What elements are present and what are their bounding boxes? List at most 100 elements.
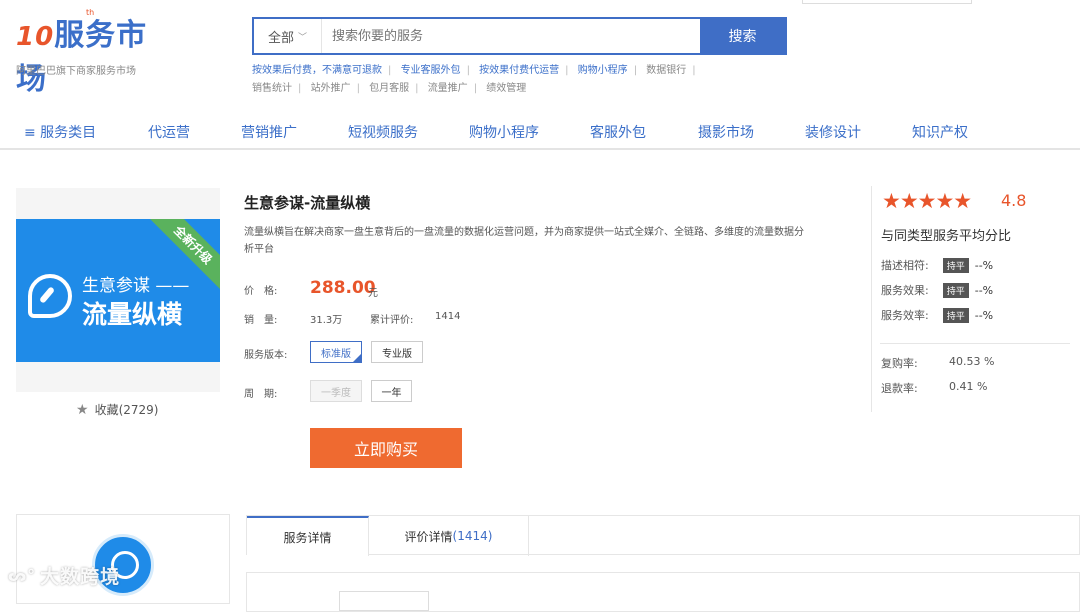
separator: |: [298, 83, 302, 94]
stat-value: 0.41 %: [949, 380, 988, 393]
tab-review-details[interactable]: 评价详情 (1414): [369, 516, 529, 556]
site-logo[interactable]: 10服务市场 th 阿里巴巴旗下商家服务市场: [16, 8, 166, 97]
nav-item-photography[interactable]: 摄影市场: [698, 122, 754, 142]
search-button[interactable]: 搜索: [700, 19, 785, 53]
tab-service-details[interactable]: 服务详情: [247, 516, 369, 556]
nav-item-operations[interactable]: 代运营: [148, 122, 190, 142]
hot-link[interactable]: 购物小程序: [578, 65, 628, 76]
rating-score: 4.8: [1001, 191, 1027, 210]
nav-item-ip[interactable]: 知识产权: [912, 122, 968, 142]
compare-value: --%: [974, 258, 994, 272]
compass-icon: [28, 274, 72, 318]
search-category-label: 全部: [267, 30, 294, 46]
hot-link[interactable]: 按效果付费代运营: [479, 65, 559, 76]
hot-link[interactable]: 站外推广: [311, 83, 351, 94]
stat-label: 退款率:: [881, 382, 918, 395]
product-image-line1: 生意参谋 ——: [82, 276, 190, 296]
separator: |: [692, 65, 696, 76]
product-image-line2: 流量纵横: [82, 300, 183, 329]
compare-row: 服务效率: 持平 --%: [881, 307, 993, 323]
watermark-text: 大数跨境: [40, 566, 121, 588]
compare-label: 服务效果:: [881, 284, 929, 297]
nav-item-categories[interactable]: ≡ 服务类目: [24, 122, 96, 142]
version-label: 服务版本:: [244, 350, 288, 361]
tab-review-count: (1414): [452, 529, 493, 543]
compare-label: 服务效率:: [881, 309, 929, 322]
favorite-button[interactable]: ★ 收藏(2729): [76, 401, 158, 418]
refund-rate: 退款率: 0.41 %: [881, 380, 987, 396]
logo-mark: 10服务市场: [16, 10, 166, 98]
hot-link[interactable]: 专业客服外包: [401, 65, 461, 76]
version-option-pro[interactable]: 专业版: [371, 341, 423, 363]
search-input[interactable]: [322, 19, 700, 53]
separator: |: [356, 83, 360, 94]
compare-row: 服务效果: 持平 --%: [881, 282, 993, 298]
search-bar: 全部 ﹀ 搜索: [252, 17, 787, 55]
reviews-value: 1414: [435, 311, 461, 322]
period-option-year[interactable]: 一年: [371, 380, 412, 402]
version-option-standard[interactable]: 标准版: [310, 341, 362, 363]
product-title: 生意参谋-流量纵横: [244, 194, 371, 212]
price-unit: 元: [368, 288, 378, 299]
favorite-count: 收藏(2729): [94, 403, 159, 417]
hot-link[interactable]: 数据银行: [646, 65, 686, 76]
logo-subtitle: 阿里巴巴旗下商家服务市场: [16, 66, 136, 77]
hot-link[interactable]: 按效果后付费，不满意可退款: [252, 65, 382, 76]
compare-value: --%: [974, 283, 994, 297]
compare-badge: 持平: [942, 257, 969, 273]
buy-now-button[interactable]: 立即购买: [310, 428, 462, 468]
detail-tabs: 服务详情 评价详情 (1414): [246, 515, 1080, 556]
hot-link[interactable]: 销售统计: [252, 83, 292, 94]
separator: |: [633, 65, 638, 76]
panel-divider: [871, 186, 872, 412]
chevron-down-icon: ﹀: [298, 32, 308, 43]
hot-links-row-1: 按效果后付费，不满意可退款 | 专业客服外包 | 按效果付费代运营 | 购物小程序 | …: [252, 62, 752, 80]
product-image[interactable]: 全新升级 生意参谋 —— 流量纵横: [16, 219, 220, 362]
product-description: 流量纵横旨在解决商家一盘生意背后的一盘流量的数据化运营问题，并为商家提供一站式全…: [244, 227, 804, 255]
compare-badge: 持平: [942, 307, 969, 323]
separator: |: [415, 83, 419, 94]
separator: |: [473, 83, 478, 94]
period-label: 周 期:: [244, 389, 278, 400]
watermark: ᔕ° 大数跨境: [8, 562, 120, 589]
star-icon: ★: [76, 401, 89, 418]
hot-link[interactable]: 包月客服: [369, 83, 409, 94]
nav-item-decoration[interactable]: 装修设计: [805, 122, 861, 142]
compare-title: 与同类型服务平均分比: [881, 229, 1012, 244]
panel-hdivider: [880, 343, 1070, 344]
separator: |: [565, 65, 569, 76]
price-label: 价 格:: [244, 286, 278, 297]
nav-item-mini-program[interactable]: 购物小程序: [469, 122, 539, 142]
logo-hundred: 10: [16, 22, 55, 52]
nav-item-short-video[interactable]: 短视频服务: [348, 122, 418, 142]
reviews-label: 累计评价:: [370, 315, 414, 326]
top-banner-box[interactable]: [802, 0, 972, 4]
compare-label: 描述相符:: [881, 259, 929, 272]
tab-review-label: 评价详情: [404, 529, 453, 544]
separator: |: [388, 65, 392, 76]
detail-content: [246, 572, 1080, 612]
price-value: 288.00: [310, 278, 376, 298]
repurchase-rate: 复购率: 40.53 %: [881, 355, 994, 371]
logo-th: th: [86, 8, 95, 17]
watermark-icon: ᔕ°: [8, 566, 37, 585]
period-option-quarter[interactable]: 一季度: [310, 380, 362, 402]
content-placeholder: [339, 591, 429, 611]
stat-value: 40.53 %: [949, 355, 995, 368]
hot-link[interactable]: 流量推广: [428, 83, 468, 94]
nav-item-marketing[interactable]: 营销推广: [241, 122, 297, 142]
sales-label: 销 量:: [244, 315, 278, 326]
stat-label: 复购率:: [881, 357, 918, 370]
compare-value: --%: [974, 308, 994, 322]
hot-link[interactable]: 绩效管理: [486, 83, 526, 94]
hot-links: 按效果后付费，不满意可退款 | 专业客服外包 | 按效果付费代运营 | 购物小程序 | …: [252, 62, 752, 98]
nav-item-cs-outsourcing[interactable]: 客服外包: [590, 122, 646, 142]
rating-stars: ★★★★★: [882, 189, 972, 213]
separator: |: [466, 65, 470, 76]
search-category-select[interactable]: 全部 ﹀: [254, 19, 322, 53]
compare-badge: 持平: [942, 282, 969, 298]
sales-value: 31.3万: [310, 315, 343, 326]
main-nav: ≡ 服务类目 代运营 营销推广 短视频服务 购物小程序 客服外包 摄影市场 装修…: [0, 112, 1080, 150]
hot-links-row-2: 销售统计 | 站外推广 | 包月客服 | 流量推广 | 绩效管理: [252, 80, 752, 98]
compare-row: 描述相符: 持平 --%: [881, 257, 993, 273]
